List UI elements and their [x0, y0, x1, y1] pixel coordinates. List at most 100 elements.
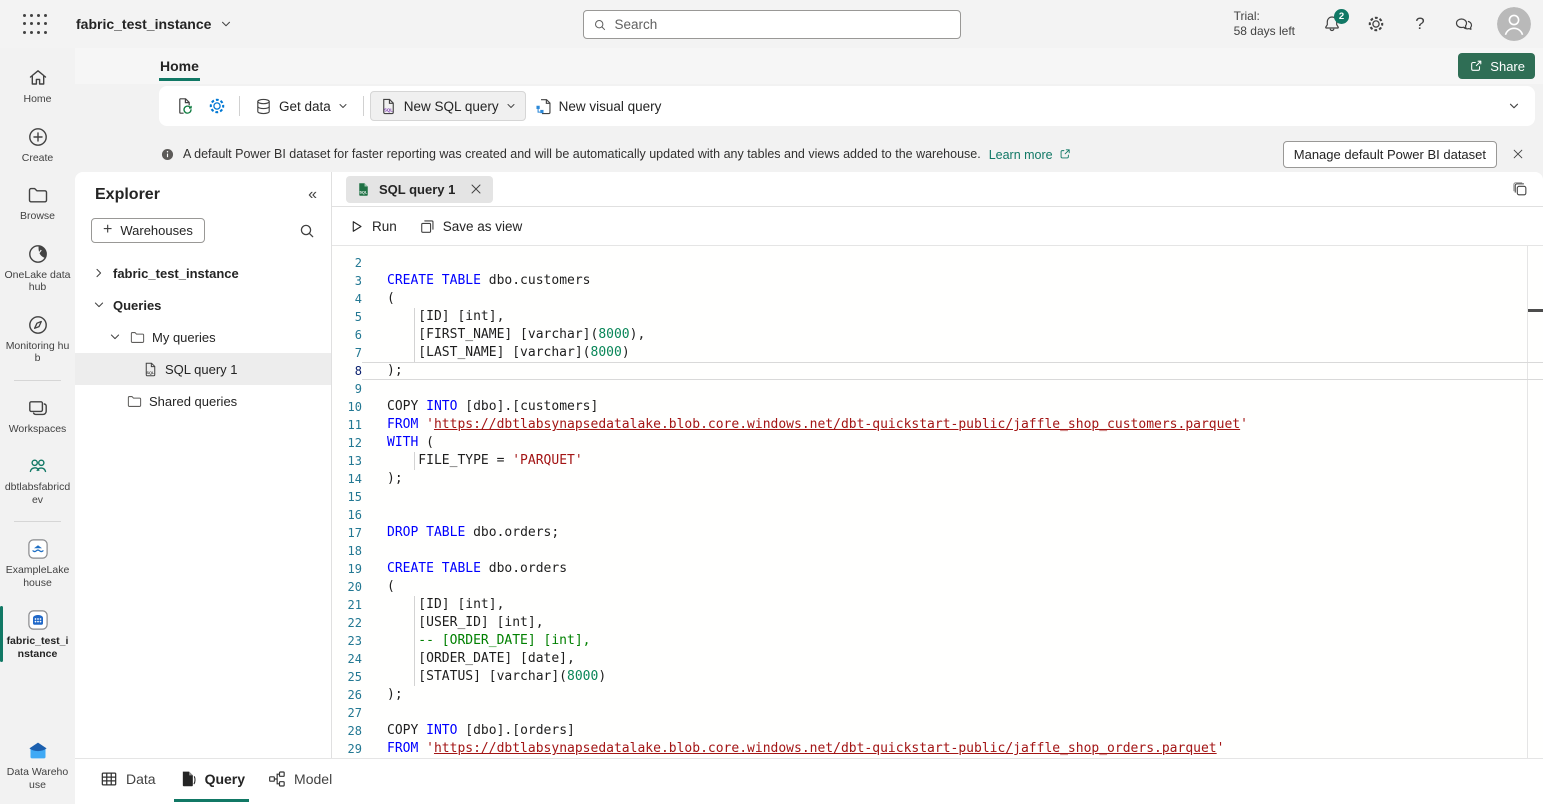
tab-sql-query-1[interactable]: SQL SQL query 1	[346, 176, 493, 203]
run-button[interactable]: Run	[348, 218, 397, 235]
collapse-explorer-icon[interactable]: «	[308, 187, 317, 203]
query-settings-button[interactable]	[201, 91, 233, 121]
code-line-22[interactable]: 22 [USER_ID] [int],	[332, 614, 1543, 632]
line-text[interactable]: );	[362, 686, 1543, 704]
line-text[interactable]: (	[362, 578, 1543, 596]
line-text[interactable]	[362, 542, 1543, 560]
code-line-20[interactable]: 20(	[332, 578, 1543, 596]
rail-item-dbtlabsfabricdev[interactable]: dbtlabsfabricdev	[0, 448, 75, 512]
learn-more-link[interactable]: Learn more	[989, 147, 1072, 162]
code-line-26[interactable]: 26);	[332, 686, 1543, 704]
manage-dataset-button[interactable]: Manage default Power BI dataset	[1283, 141, 1497, 168]
new-visual-query-button[interactable]: New visual query	[526, 91, 670, 121]
code-line-23[interactable]: 23 -- [ORDER_DATE] [int],	[332, 632, 1543, 650]
app-launcher-icon[interactable]	[22, 12, 48, 36]
tab-home[interactable]: Home	[159, 51, 200, 81]
line-text[interactable]: [ID] [int],	[362, 308, 1543, 326]
code-line-21[interactable]: 21 [ID] [int],	[332, 596, 1543, 614]
code-line-25[interactable]: 25 [STATUS] [varchar](8000)	[332, 668, 1543, 686]
line-text[interactable]	[362, 506, 1543, 524]
share-button[interactable]: Share	[1458, 53, 1535, 79]
code-line-3[interactable]: 3CREATE TABLE dbo.customers	[332, 272, 1543, 290]
line-text[interactable]: );	[362, 362, 1543, 380]
refresh-button[interactable]	[169, 91, 201, 121]
code-line-19[interactable]: 19CREATE TABLE dbo.orders	[332, 560, 1543, 578]
line-text[interactable]: -- [ORDER_DATE] [int],	[362, 632, 1543, 650]
collapse-ribbon-chevron-icon[interactable]	[1507, 99, 1521, 113]
line-text[interactable]: [LAST_NAME] [varchar](8000)	[362, 344, 1543, 362]
rail-item-monitoring-hub[interactable]: Monitoring hub	[0, 307, 75, 371]
new-sql-query-button[interactable]: SQL New SQL query	[370, 91, 526, 121]
code-line-15[interactable]: 15	[332, 488, 1543, 506]
line-text[interactable]: [ORDER_DATE] [date],	[362, 650, 1543, 668]
code-line-6[interactable]: 6 [FIRST_NAME] [varchar](8000),	[332, 326, 1543, 344]
line-text[interactable]: FROM 'https://dbtlabsynapsedatalake.blob…	[362, 740, 1543, 758]
line-text[interactable]: COPY INTO [dbo].[customers]	[362, 398, 1543, 416]
rail-item-browse[interactable]: Browse	[0, 177, 75, 229]
line-text[interactable]	[362, 254, 1543, 272]
notifications-button[interactable]: 2	[1321, 13, 1343, 35]
tree-item-my-queries[interactable]: My queries	[75, 321, 331, 353]
rail-item-workspaces[interactable]: Workspaces	[0, 390, 75, 442]
rail-item-create[interactable]: Create	[0, 119, 75, 171]
code-line-13[interactable]: 13 FILE_TYPE = 'PARQUET'	[332, 452, 1543, 470]
line-text[interactable]: [STATUS] [varchar](8000)	[362, 668, 1543, 686]
view-tab-data[interactable]: Data	[95, 759, 160, 802]
line-text[interactable]	[362, 704, 1543, 722]
line-text[interactable]	[362, 488, 1543, 506]
get-data-button[interactable]: Get data	[246, 91, 357, 121]
code-line-27[interactable]: 27	[332, 704, 1543, 722]
code-line-29[interactable]: 29FROM 'https://dbtlabsynapsedatalake.bl…	[332, 740, 1543, 758]
line-text[interactable]: );	[362, 470, 1543, 488]
rail-item-onelake-data-hub[interactable]: OneLake data hub	[0, 236, 75, 300]
close-tab-icon[interactable]	[468, 181, 484, 197]
rail-item-fabric-test-instance[interactable]: fabric_test_instance	[0, 602, 75, 666]
line-text[interactable]: FROM 'https://dbtlabsynapsedatalake.blob…	[362, 416, 1543, 434]
tree-item-shared-queries[interactable]: Shared queries	[75, 385, 331, 417]
code-line-28[interactable]: 28COPY INTO [dbo].[orders]	[332, 722, 1543, 740]
line-text[interactable]: DROP TABLE dbo.orders;	[362, 524, 1543, 542]
line-text[interactable]: FILE_TYPE = 'PARQUET'	[362, 452, 1543, 470]
tree-item-fabric-test-instance[interactable]: fabric_test_instance	[75, 257, 331, 289]
code-line-5[interactable]: 5 [ID] [int],	[332, 308, 1543, 326]
line-text[interactable]: CREATE TABLE dbo.customers	[362, 272, 1543, 290]
rail-item-home[interactable]: Home	[0, 60, 75, 112]
code-line-10[interactable]: 10COPY INTO [dbo].[customers]	[332, 398, 1543, 416]
rail-item-examplelakehouse[interactable]: ExampleLakehouse	[0, 531, 75, 595]
line-text[interactable]	[362, 380, 1543, 398]
dismiss-banner-button[interactable]	[1505, 141, 1531, 167]
code-line-17[interactable]: 17DROP TABLE dbo.orders;	[332, 524, 1543, 542]
code-line-2[interactable]: 2	[332, 254, 1543, 272]
account-avatar[interactable]	[1497, 7, 1531, 41]
chevron-down-icon[interactable]	[91, 297, 107, 313]
line-text[interactable]: [USER_ID] [int],	[362, 614, 1543, 632]
add-warehouses-button[interactable]: + Warehouses	[91, 218, 205, 243]
tree-item-queries[interactable]: Queries	[75, 289, 331, 321]
code-line-8[interactable]: 8);	[332, 362, 1543, 380]
line-text[interactable]: (	[362, 290, 1543, 308]
chevron-down-icon[interactable]	[107, 329, 123, 345]
code-line-18[interactable]: 18	[332, 542, 1543, 560]
feedback-button[interactable]	[1453, 13, 1475, 35]
search-input[interactable]	[615, 17, 952, 32]
explorer-search-icon[interactable]	[297, 221, 317, 241]
help-button[interactable]: ?	[1409, 13, 1431, 35]
tree-item-sql-query-1[interactable]: SQLSQL query 1	[75, 353, 331, 385]
code-line-12[interactable]: 12WITH (	[332, 434, 1543, 452]
line-text[interactable]: COPY INTO [dbo].[orders]	[362, 722, 1543, 740]
code-line-24[interactable]: 24 [ORDER_DATE] [date],	[332, 650, 1543, 668]
rail-item-data-warehouse[interactable]: Data Warehouse	[0, 733, 75, 797]
line-text[interactable]: [ID] [int],	[362, 596, 1543, 614]
code-line-14[interactable]: 14);	[332, 470, 1543, 488]
chevron-right-icon[interactable]	[91, 265, 107, 281]
code-line-16[interactable]: 16	[332, 506, 1543, 524]
line-text[interactable]: CREATE TABLE dbo.orders	[362, 560, 1543, 578]
code-line-4[interactable]: 4(	[332, 290, 1543, 308]
code-line-7[interactable]: 7 [LAST_NAME] [varchar](8000)	[332, 344, 1543, 362]
code-line-9[interactable]: 9	[332, 380, 1543, 398]
workspace-switcher[interactable]: fabric_test_instance	[76, 16, 233, 32]
sql-code-editor[interactable]: 23CREATE TABLE dbo.customers4(5 [ID] [in…	[332, 246, 1543, 758]
code-line-11[interactable]: 11FROM 'https://dbtlabsynapsedatalake.bl…	[332, 416, 1543, 434]
line-text[interactable]: [FIRST_NAME] [varchar](8000),	[362, 326, 1543, 344]
settings-button[interactable]	[1365, 13, 1387, 35]
